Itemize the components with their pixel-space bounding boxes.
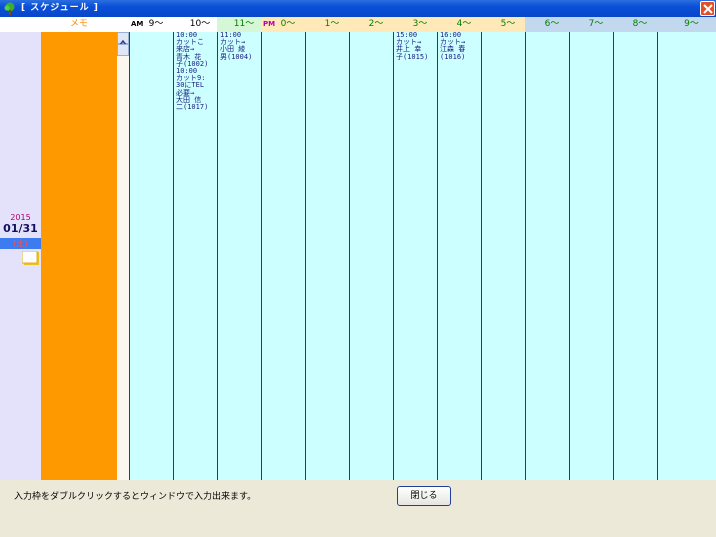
hour-label: 6～ <box>544 19 560 29</box>
hour-header-cell: 7～ <box>569 17 613 32</box>
hour-label: 9～ <box>684 19 699 29</box>
time-slot[interactable] <box>305 32 349 480</box>
note-icon[interactable] <box>21 250 40 266</box>
hour-header-cell: 4～ <box>437 17 481 32</box>
slot-entry-text[interactable]: 16:00 カット→ 江森 春 (1016) <box>440 32 482 61</box>
hour-header-cell: PM 0～ <box>261 17 305 32</box>
time-slot[interactable] <box>349 32 393 480</box>
slot-entry-text[interactable]: 11:00 カット→ 小田 綾 男(1004) <box>220 32 262 61</box>
hour-header-cell: 9～ <box>657 17 716 32</box>
hour-header-cell: 10～ <box>173 17 217 32</box>
weekday-label: (土) <box>0 238 41 249</box>
year-label: 2015 <box>10 213 31 222</box>
hour-header: メモ AM 9～ 10～ 11～ PM 0～ 1～ 2～ 3～ 4～ 5～ 6～ 7～ 8～ 9～ <box>0 17 716 32</box>
close-icon[interactable] <box>700 1 715 16</box>
scroll-up-icon[interactable] <box>117 32 129 46</box>
hour-header-cell: AM 9～ <box>129 17 173 32</box>
hour-label: 0～ <box>280 19 296 29</box>
hour-label: 2～ <box>368 19 384 29</box>
date-column: 2015 01/31 (土) <box>0 32 41 480</box>
hour-label: 4～ <box>456 19 472 29</box>
time-slot[interactable] <box>481 32 525 480</box>
title-bar: [ スケジュール ] <box>0 0 716 17</box>
hour-header-cell: 11～ <box>217 17 261 32</box>
memo-header: メモ <box>41 17 117 32</box>
time-slot[interactable]: 10:00 カットこ 来店→ 青木 花 子(1002) 10:00 カット9: … <box>173 32 217 480</box>
scroll-thumb[interactable] <box>117 44 129 56</box>
tree-icon <box>3 1 17 15</box>
time-slot[interactable]: 16:00 カット→ 江森 春 (1016) <box>437 32 481 480</box>
time-slot[interactable] <box>569 32 613 480</box>
hour-label: 5～ <box>500 19 516 29</box>
slot-entry-text[interactable]: 10:00 カットこ 来店→ 青木 花 子(1002) 10:00 カット9: … <box>176 32 218 111</box>
hour-header-cell: 3～ <box>393 17 437 32</box>
time-slot[interactable] <box>525 32 569 480</box>
window-title: [ スケジュール ] <box>21 3 99 13</box>
hour-label: 9～ <box>148 19 164 29</box>
hour-label: 11～ <box>233 19 255 29</box>
hour-header-cell: 8～ <box>613 17 657 32</box>
schedule-grid: 2015 01/31 (土) 10:00 カットこ 来店→ 青木 花 子(100… <box>0 32 716 480</box>
date-label: 01/31 <box>3 222 38 235</box>
hour-label: 3～ <box>412 19 428 29</box>
time-slot[interactable]: 11:00 カット→ 小田 綾 男(1004) <box>217 32 261 480</box>
slot-entry-text[interactable]: 15:00 カット→ 井上 幸 子(1015) <box>396 32 438 61</box>
footer-hint: 入力枠をダブルクリックするとウィンドウで入力出来ます。 <box>14 492 257 502</box>
hour-header-cell: 1～ <box>305 17 349 32</box>
hour-label: 1～ <box>324 19 340 29</box>
time-slot[interactable] <box>613 32 657 480</box>
time-slot[interactable]: 15:00 カット→ 井上 幸 子(1015) <box>393 32 437 480</box>
time-slot[interactable] <box>129 32 173 480</box>
hour-header-cell: 6～ <box>525 17 569 32</box>
time-slot[interactable] <box>261 32 305 480</box>
time-slot[interactable] <box>657 32 716 480</box>
hour-label: 8～ <box>632 19 648 29</box>
hour-label: 10～ <box>189 19 211 29</box>
memo-scrollbar[interactable] <box>117 32 129 480</box>
hour-header-cell: 2～ <box>349 17 393 32</box>
hour-label: 7～ <box>588 19 604 29</box>
memo-area[interactable] <box>41 32 117 480</box>
hour-header-cell: 5～ <box>481 17 525 32</box>
close-button[interactable]: 閉じる <box>397 486 451 506</box>
